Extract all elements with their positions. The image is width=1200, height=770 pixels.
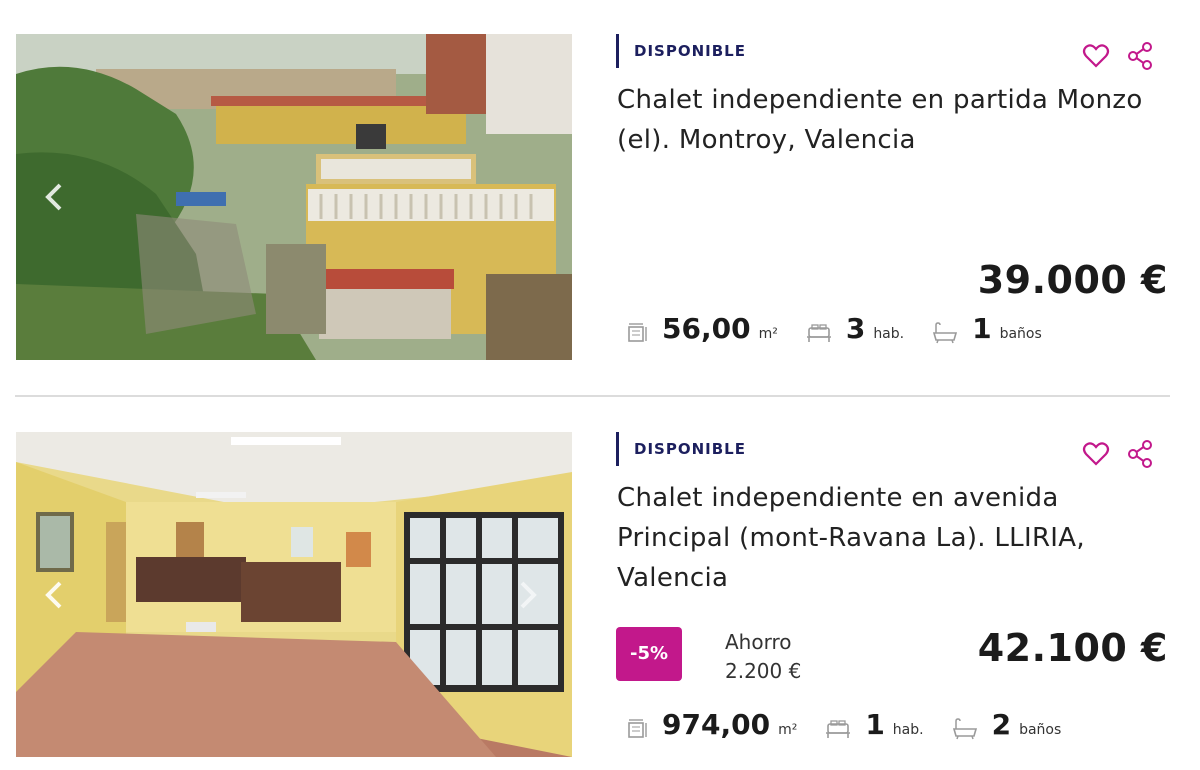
rooms-value: 3 [845,312,866,345]
rooms-value: 1 [865,708,885,741]
feature-baths: 2 baños [952,708,1062,742]
bathtub-icon [952,718,977,740]
heart-icon[interactable] [1082,440,1110,468]
bed-icon [806,324,831,342]
feature-rooms: 3 hab. [806,312,904,346]
area-icon [628,719,647,738]
rooms-unit: hab. [892,722,924,738]
area-value: 56,00 [662,312,751,345]
feature-baths: 1 baños [932,312,1042,346]
baths-value: 1 [972,312,992,345]
area-value: 974,00 [662,708,771,741]
chevron-left-icon[interactable] [40,573,70,617]
share-icon[interactable] [1126,42,1154,70]
saving-value: 2.200 € [725,659,802,683]
area-icon [628,323,647,342]
status-badge: DISPONIBLE [616,34,746,68]
listing-card[interactable]: DISPONIBLE Chalet independiente en aveni… [0,398,1200,770]
chevron-right-icon[interactable] [512,573,542,617]
status-badge: DISPONIBLE [616,432,746,466]
listing-price: 42.100 € [977,626,1168,670]
feature-rooms: 1 hab. [825,708,924,742]
listing-photo[interactable] [16,34,572,360]
chevron-left-icon[interactable] [40,175,70,219]
listing-price: 39.000 € [977,258,1168,302]
feature-area: 974,00 m² [626,708,797,742]
share-icon[interactable] [1126,440,1154,468]
listing-title[interactable]: Chalet independiente en avenida Principa… [617,478,1157,598]
area-unit: m² [778,722,798,738]
feature-area: 56,00 m² [626,312,778,346]
listing-photo[interactable] [16,432,572,757]
bathtub-icon [933,322,958,344]
saving-info: Ahorro 2.200 € [725,628,801,686]
baths-unit: baños [1019,722,1062,738]
divider [15,395,1170,397]
listing-card[interactable]: DISPONIBLE Chalet independiente en parti… [0,0,1200,395]
discount-badge: -5% [616,627,682,681]
baths-unit: baños [999,326,1042,342]
area-unit: m² [758,326,778,342]
saving-label: Ahorro [725,630,792,654]
baths-value: 2 [991,708,1012,741]
bed-icon [826,720,851,738]
listing-title[interactable]: Chalet independiente en partida Monzo (e… [617,80,1157,160]
heart-icon[interactable] [1082,42,1110,70]
rooms-unit: hab. [873,326,905,342]
